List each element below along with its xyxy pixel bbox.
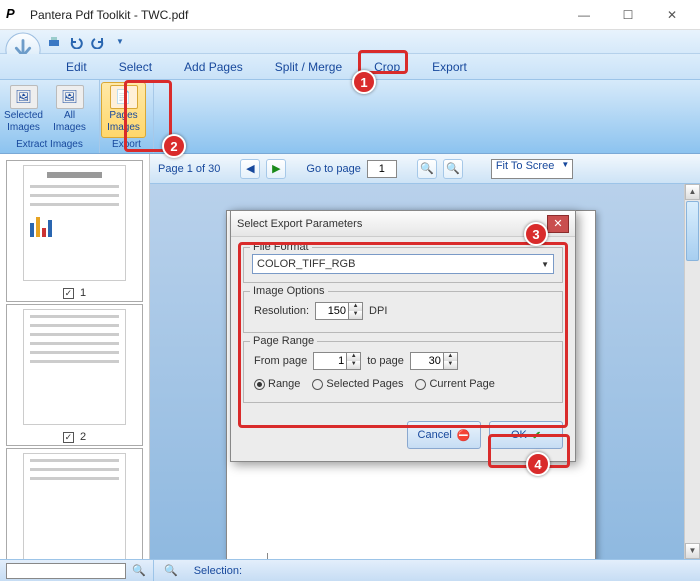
thumb-1-number: 1 xyxy=(80,287,86,299)
print-icon[interactable] xyxy=(44,32,64,52)
ribbon-all-images-label: All Images xyxy=(49,110,90,133)
menu-split-merge[interactable]: Split / Merge xyxy=(259,56,358,78)
minimize-button[interactable]: — xyxy=(562,1,606,29)
dialog-title: Select Export Parameters xyxy=(237,218,547,230)
next-page-button[interactable]: ▶ xyxy=(266,159,286,179)
callout-marker-4: 4 xyxy=(526,452,550,476)
resolution-input[interactable] xyxy=(315,302,349,320)
to-page-spinner[interactable]: ▲▼ xyxy=(444,352,458,370)
resolution-spinner[interactable]: ▲▼ xyxy=(349,302,363,320)
quickbar-dropdown-icon[interactable]: ▼ xyxy=(110,32,130,52)
callout-marker-1: 1 xyxy=(352,70,376,94)
dialog-close-button[interactable]: ✕ xyxy=(547,215,569,233)
chevron-down-icon: ▼ xyxy=(541,260,549,269)
scroll-thumb[interactable] xyxy=(686,201,699,261)
from-page-label: From page xyxy=(254,355,307,367)
ribbon-pages-images-label: Pages Images xyxy=(103,110,144,133)
status-search-input[interactable] xyxy=(6,563,126,579)
menu-select[interactable]: Select xyxy=(103,56,168,78)
selection-label: Selection: xyxy=(194,565,242,577)
ribbon-selected-images-label: Selected Images xyxy=(3,110,44,133)
ribbon-selected-images[interactable]: 🖼 Selected Images xyxy=(1,82,46,138)
callout-marker-2: 2 xyxy=(162,134,186,158)
vertical-scrollbar[interactable]: ▲ ▼ xyxy=(684,184,700,559)
resolution-label: Resolution: xyxy=(254,305,309,317)
checkbox-icon[interactable]: ✓ xyxy=(63,288,74,299)
redo-icon[interactable] xyxy=(88,32,108,52)
title-bar: P Pantera Pdf Toolkit - TWC.pdf — ☐ ✕ xyxy=(0,0,700,30)
from-page-input[interactable] xyxy=(313,352,347,370)
pages-images-icon: 📄 xyxy=(110,85,138,109)
thumbnail-panel: ✓1 ✓2 ✓3 xyxy=(0,154,150,559)
viewer-toolbar: Page 1 of 30 ◀ ▶ Go to page 🔍 🔍 Fit To S… xyxy=(150,154,700,184)
radio-current-page[interactable]: Current Page xyxy=(415,378,494,390)
undo-icon[interactable] xyxy=(66,32,86,52)
page-range-label: Page Range xyxy=(250,335,317,347)
ok-button[interactable]: OK✔ xyxy=(489,421,563,449)
app-icon: P xyxy=(6,6,24,24)
file-format-label: File Format xyxy=(250,241,312,253)
search-icon[interactable]: 🔍 xyxy=(132,564,146,577)
thumbnail-1[interactable]: ✓1 xyxy=(6,160,143,302)
menu-add-pages[interactable]: Add Pages xyxy=(168,56,259,78)
prev-page-button[interactable]: ◀ xyxy=(240,159,260,179)
thumb-2-number: 2 xyxy=(80,431,86,443)
callout-marker-3: 3 xyxy=(524,222,548,246)
cancel-icon: ⛔ xyxy=(457,429,471,442)
zoom-out-button[interactable]: 🔍 xyxy=(417,159,437,179)
checkbox-icon[interactable]: ✓ xyxy=(63,432,74,443)
scroll-up-icon[interactable]: ▲ xyxy=(685,184,700,200)
file-format-combo[interactable]: COLOR_TIFF_RGB ▼ xyxy=(252,254,554,274)
selected-images-icon: 🖼 xyxy=(10,85,38,109)
goto-label: Go to page xyxy=(306,163,360,175)
menu-export[interactable]: Export xyxy=(416,56,483,78)
ribbon-group-extract: Extract Images xyxy=(1,138,98,152)
maximize-button[interactable]: ☐ xyxy=(606,1,650,29)
check-icon: ✔ xyxy=(532,429,541,442)
ribbon-group-export: Export xyxy=(101,138,152,152)
zoom-mode-select[interactable]: Fit To Scree▼ xyxy=(491,159,574,179)
close-button[interactable]: ✕ xyxy=(650,1,694,29)
ribbon-all-images[interactable]: 🖼 All Images xyxy=(47,82,92,138)
all-images-icon: 🖼 xyxy=(56,85,84,109)
from-page-spinner[interactable]: ▲▼ xyxy=(347,352,361,370)
thumbnail-3[interactable]: ✓3 xyxy=(6,448,143,559)
quick-access-toolbar: ▼ xyxy=(0,30,700,54)
to-page-label: to page xyxy=(367,355,404,367)
cancel-button[interactable]: Cancel⛔ xyxy=(407,421,481,449)
export-parameters-dialog: Select Export Parameters ✕ File Format C… xyxy=(230,210,576,462)
ribbon: 🖼 Selected Images 🖼 All Images Extract I… xyxy=(0,80,700,154)
window-title: Pantera Pdf Toolkit - TWC.pdf xyxy=(30,8,562,22)
goto-page-input[interactable] xyxy=(367,160,397,178)
to-page-input[interactable] xyxy=(410,352,444,370)
image-options-label: Image Options xyxy=(250,285,328,297)
search-icon-2[interactable]: 🔍 xyxy=(164,564,178,577)
dpi-label: DPI xyxy=(369,305,387,317)
ribbon-pages-images[interactable]: 📄 Pages Images xyxy=(101,82,146,138)
thumbnail-2[interactable]: ✓2 xyxy=(6,304,143,446)
radio-selected-pages[interactable]: Selected Pages xyxy=(312,378,403,390)
menu-bar: Edit Select Add Pages Split / Merge Crop… xyxy=(0,54,700,80)
menu-edit[interactable]: Edit xyxy=(50,56,103,78)
scroll-down-icon[interactable]: ▼ xyxy=(685,543,700,559)
page-indicator: Page 1 of 30 xyxy=(158,163,220,175)
file-format-value: COLOR_TIFF_RGB xyxy=(257,258,355,270)
radio-range[interactable]: Range xyxy=(254,378,300,390)
zoom-in-button[interactable]: 🔍 xyxy=(443,159,463,179)
status-bar: 🔍 🔍 Selection: xyxy=(0,559,700,581)
